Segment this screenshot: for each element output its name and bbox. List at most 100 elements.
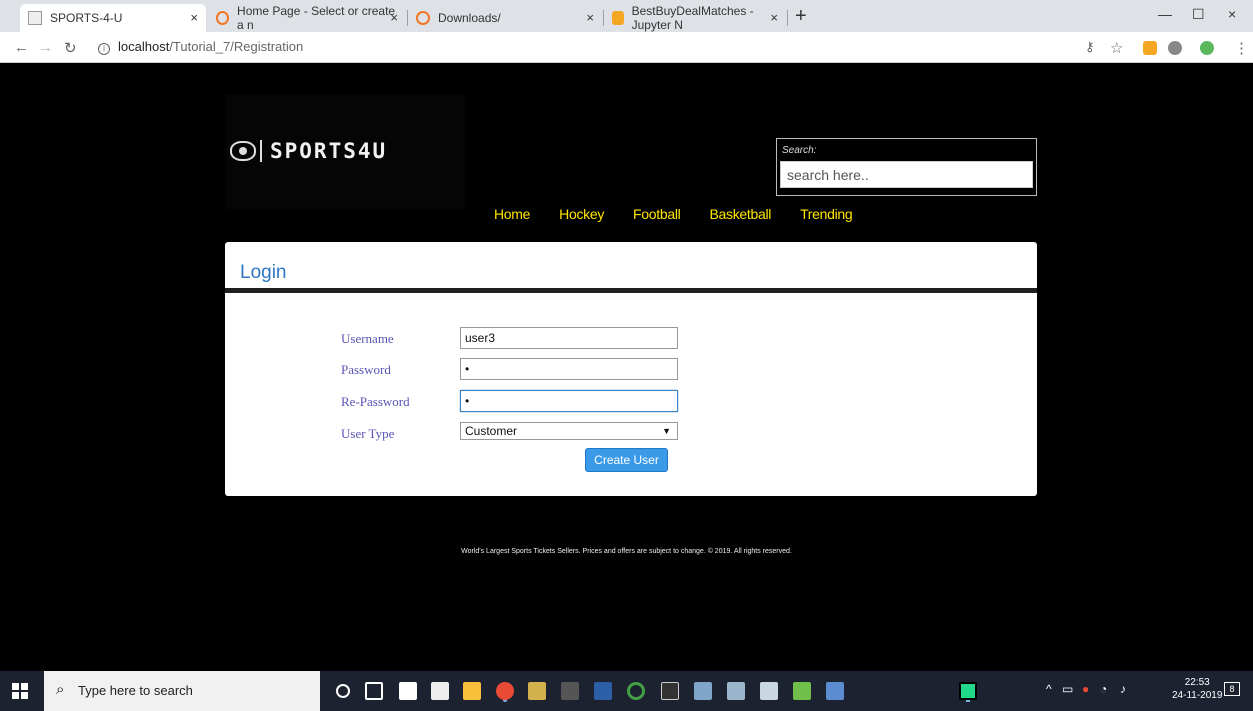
app-icon[interactable] xyxy=(528,682,546,700)
notification-center-icon[interactable]: 8 xyxy=(1224,682,1240,696)
username-field[interactable] xyxy=(460,327,678,349)
chrome-tray-icon[interactable]: ● xyxy=(1082,682,1089,696)
main-nav: Home Hockey Football Basketball Trending xyxy=(494,206,881,222)
extension-icon[interactable] xyxy=(1168,41,1182,55)
usertype-select[interactable]: Customer ▼ xyxy=(460,422,678,440)
search-label: Search: xyxy=(782,145,817,156)
task-view-icon[interactable] xyxy=(365,682,383,700)
vscode-icon[interactable] xyxy=(594,682,612,700)
cortana-icon[interactable] xyxy=(336,684,350,698)
address-bar[interactable]: i localhost/Tutorial_7/Registration xyxy=(98,39,303,55)
nav-hockey[interactable]: Hockey xyxy=(559,206,604,222)
footer-text: World's Largest Sports Tickets Sellers. … xyxy=(461,548,792,555)
soccer-ball-icon xyxy=(230,141,256,161)
url-host: localhost xyxy=(118,39,170,54)
wifi-icon[interactable]: ◔ xyxy=(1100,682,1107,696)
repassword-label: Re-Password xyxy=(341,394,410,409)
maximize-button[interactable]: ☐ xyxy=(1192,6,1205,23)
tab-separator xyxy=(787,10,788,26)
tray-chevron-icon[interactable]: ^ xyxy=(1046,682,1052,696)
username-row: Username xyxy=(225,327,1037,349)
new-tab-button[interactable]: + xyxy=(795,5,807,28)
clock-date: 24-11-2019 xyxy=(1172,690,1223,701)
repassword-field[interactable] xyxy=(460,390,678,412)
profile-extension-icon[interactable] xyxy=(1200,41,1214,55)
site-logo[interactable]: SPORTS4U xyxy=(230,139,387,163)
nav-basketball[interactable]: Basketball xyxy=(709,206,771,222)
nav-home[interactable]: Home xyxy=(494,206,530,222)
forward-arrow-icon[interactable]: → xyxy=(38,39,53,56)
usertype-label: User Type xyxy=(341,426,395,441)
url-path: /Tutorial_7/Registration xyxy=(169,39,304,54)
login-title: Login xyxy=(240,262,287,283)
login-header: Login xyxy=(225,242,1037,288)
jupyter-favicon-icon xyxy=(416,11,430,25)
password-field[interactable] xyxy=(460,358,678,380)
java-icon[interactable] xyxy=(760,682,778,700)
notebook-favicon-icon xyxy=(612,11,624,25)
tab-title: Home Page - Select or create a n xyxy=(237,4,396,32)
usertype-row: User Type Customer ▼ xyxy=(225,422,1037,444)
tab-title: BestBuyDealMatches - Jupyter N xyxy=(631,4,754,32)
jupyter-favicon-icon xyxy=(216,11,230,25)
search-icon: ⌕ xyxy=(56,681,65,698)
chrome-icon[interactable] xyxy=(496,682,514,700)
dropdown-arrow-icon: ▼ xyxy=(662,426,671,436)
notification-count: 8 xyxy=(1229,684,1235,694)
menu-icon[interactable]: ⋮ xyxy=(1234,39,1249,57)
taskbar-search[interactable]: ⌕ Type here to search xyxy=(44,671,320,711)
brand-name: SPORTS4U xyxy=(270,139,388,163)
minimize-button[interactable]: — xyxy=(1158,6,1172,22)
mail-icon[interactable] xyxy=(431,682,449,700)
offers-extension-icon[interactable] xyxy=(1143,41,1157,55)
tab-title: SPORTS-4-U xyxy=(50,11,123,25)
tab-downloads[interactable]: Downloads/ × xyxy=(408,4,602,32)
windows-start-icon[interactable] xyxy=(12,683,28,699)
tab-close-icon[interactable]: × xyxy=(586,10,594,25)
key-icon[interactable]: ⚷ xyxy=(1085,39,1095,55)
password-row: Password xyxy=(225,358,1037,380)
app-icon-2[interactable] xyxy=(826,682,844,700)
tab-sports-4-u[interactable]: SPORTS-4-U × xyxy=(20,4,206,32)
tab-home-page[interactable]: Home Page - Select or create a n × xyxy=(208,4,406,32)
nav-trending[interactable]: Trending xyxy=(800,206,853,222)
info-icon[interactable]: i xyxy=(98,43,110,55)
anaconda-icon[interactable] xyxy=(627,682,645,700)
username-label: Username xyxy=(341,331,394,346)
search-input[interactable] xyxy=(780,161,1033,188)
notepad-icon[interactable] xyxy=(793,682,811,700)
store-icon[interactable] xyxy=(399,682,417,700)
window-icon[interactable] xyxy=(694,682,712,700)
terminal-icon[interactable] xyxy=(561,682,579,700)
cmd-icon[interactable] xyxy=(661,682,679,700)
tab-title: Downloads/ xyxy=(438,11,501,25)
browser-tab-bar: SPORTS-4-U × Home Page - Select or creat… xyxy=(0,0,1253,32)
usertype-selected-value: Customer xyxy=(465,424,518,438)
browser-toolbar: ← → ↻ i localhost/Tutorial_7/Registration… xyxy=(0,32,1253,63)
clock-time: 22:53 xyxy=(1184,677,1210,688)
page-body: SPORTS4U Search: Home Hockey Football Ba… xyxy=(0,64,1253,671)
logo-divider xyxy=(260,140,262,162)
search-panel: Search: xyxy=(776,138,1037,196)
nav-football[interactable]: Football xyxy=(633,206,681,222)
tab-close-icon[interactable]: × xyxy=(190,10,198,25)
close-window-button[interactable]: × xyxy=(1228,6,1236,22)
back-arrow-icon[interactable]: ← xyxy=(14,39,29,56)
volume-icon[interactable]: ♪ xyxy=(1120,682,1126,696)
battery-icon[interactable]: ▭ xyxy=(1062,682,1073,696)
login-card: Login Username Password Re-Password User… xyxy=(225,242,1037,496)
tab-bestbuy-jupyter[interactable]: BestBuyDealMatches - Jupyter N × xyxy=(604,4,786,32)
login-divider xyxy=(225,288,1037,293)
create-user-button[interactable]: Create User xyxy=(585,448,668,472)
star-icon[interactable]: ☆ xyxy=(1110,39,1123,57)
window-icon-2[interactable] xyxy=(727,682,745,700)
sports-favicon-icon xyxy=(28,11,42,25)
file-explorer-icon[interactable] xyxy=(463,682,481,700)
tab-close-icon[interactable]: × xyxy=(770,10,778,25)
reload-icon[interactable]: ↻ xyxy=(64,39,77,57)
windows-taskbar: ⌕ Type here to search ^ ▭ ● ◔ ♪ 22:53 24… xyxy=(0,671,1253,711)
system-clock[interactable]: 22:53 24-11-2019 xyxy=(1172,676,1222,702)
pycharm-icon[interactable] xyxy=(959,682,977,700)
tab-close-icon[interactable]: × xyxy=(390,10,398,25)
password-label: Password xyxy=(341,362,391,377)
